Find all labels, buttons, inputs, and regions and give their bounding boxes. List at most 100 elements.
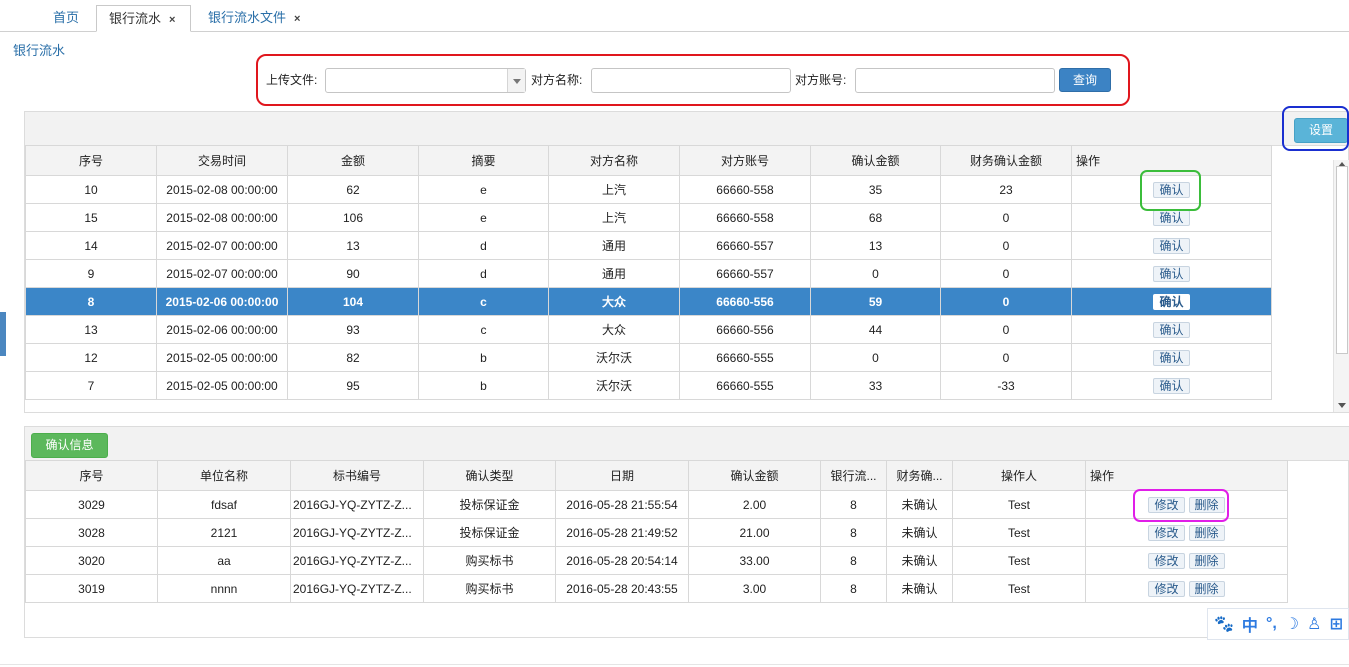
table-cell: 上汽 xyxy=(548,175,680,204)
column-header[interactable]: 财务确... xyxy=(886,460,953,491)
tab-bank-flow[interactable]: 银行流水 × xyxy=(96,5,191,32)
table-cell: 未确认 xyxy=(886,574,953,603)
query-button[interactable]: 查询 xyxy=(1059,68,1111,92)
column-header[interactable]: 标书编号 xyxy=(290,460,424,491)
table-cell: 82 xyxy=(287,343,419,372)
table-cell: 未确认 xyxy=(886,518,953,547)
moon-icon[interactable]: ☽ xyxy=(1285,614,1299,634)
delete-button[interactable]: 删除 xyxy=(1188,580,1225,597)
counterparty-account-input[interactable] xyxy=(855,68,1055,93)
column-header[interactable]: 财务确认金额 xyxy=(940,145,1072,176)
scrollbar[interactable] xyxy=(1333,160,1349,412)
table-cell: 66660-558 xyxy=(679,203,811,232)
table-row[interactable]: 12 2015-02-05 00:00:00 82 b 沃尔沃 66660-555 0 0 确认 xyxy=(25,343,1272,372)
table-row[interactable]: 15 2015-02-08 00:00:00 106 e 上汽 66660-558 68 0 确… xyxy=(25,203,1272,232)
scroll-down-icon[interactable] xyxy=(1338,403,1346,408)
confirm-row-button[interactable]: 确认 xyxy=(1153,293,1190,310)
table-row[interactable]: 3028 2121 2016GJ-YQ-ZYTZ-Z... 投标保证金 2016-05-… xyxy=(25,518,1288,547)
breadcrumb: 银行流水 xyxy=(13,43,66,58)
table-cell: 68 xyxy=(810,203,941,232)
ime-mode-label[interactable]: 中 xyxy=(1242,612,1258,636)
table-cell: 0 xyxy=(940,203,1072,232)
action-cell: 确认 xyxy=(1071,371,1272,400)
column-header[interactable]: 交易时间 xyxy=(156,145,288,176)
grid-icon[interactable]: ⊞ xyxy=(1329,614,1342,634)
column-header[interactable]: 序号 xyxy=(25,145,157,176)
edit-button[interactable]: 修改 xyxy=(1148,552,1185,569)
confirm-row-button[interactable]: 确认 xyxy=(1153,377,1190,394)
table-cell: 14 xyxy=(25,231,157,260)
delete-button[interactable]: 删除 xyxy=(1188,524,1225,541)
confirm-row-button[interactable]: 确认 xyxy=(1153,237,1190,254)
table-row[interactable]: 10 2015-02-08 00:00:00 62 e 上汽 66660-558 35 23 确… xyxy=(25,175,1272,204)
table-row[interactable]: 9 2015-02-07 00:00:00 90 d 通用 66660-557 0 0 确认 xyxy=(25,259,1272,288)
confirm-info-button[interactable]: 确认信息 xyxy=(31,433,108,458)
table-cell: b xyxy=(418,343,549,372)
column-header[interactable]: 日期 xyxy=(555,460,689,491)
user-icon[interactable]: ♙ xyxy=(1307,614,1321,634)
table-cell: c xyxy=(418,315,549,344)
tab-bank-flow-file[interactable]: 银行流水文件 × xyxy=(208,5,300,32)
table-cell: 0 xyxy=(940,231,1072,260)
column-header[interactable]: 金额 xyxy=(287,145,419,176)
table-row[interactable]: 7 2015-02-05 00:00:00 95 b 沃尔沃 66660-555 33 -33… xyxy=(25,371,1272,400)
table-row[interactable]: 13 2015-02-06 00:00:00 93 c 大众 66660-556 44 0 确认 xyxy=(25,315,1272,344)
table-cell: 0 xyxy=(940,343,1072,372)
edit-button[interactable]: 修改 xyxy=(1148,580,1185,597)
column-header[interactable]: 操作人 xyxy=(952,460,1086,491)
table-row[interactable]: 14 2015-02-07 00:00:00 13 d 通用 66660-557 13 0 确认 xyxy=(25,231,1272,260)
action-cell: 修改 删除 xyxy=(1085,518,1288,547)
column-header[interactable]: 银行流... xyxy=(820,460,887,491)
upload-file-select[interactable] xyxy=(325,68,526,93)
table-cell: d xyxy=(418,231,549,260)
table-cell: 15 xyxy=(25,203,157,232)
confirm-row-button[interactable]: 确认 xyxy=(1153,321,1190,338)
action-cell: 确认 xyxy=(1071,315,1272,344)
column-header[interactable]: 摘要 xyxy=(418,145,549,176)
table-cell: c xyxy=(418,287,549,316)
action-cell: 确认 xyxy=(1071,259,1272,288)
close-icon[interactable]: × xyxy=(294,13,300,25)
confirm-row-button[interactable]: 确认 xyxy=(1153,265,1190,282)
table-row[interactable]: 3019 nnnn 2016GJ-YQ-ZYTZ-Z... 购买标书 2016-05-2… xyxy=(25,574,1288,603)
column-header[interactable]: 单位名称 xyxy=(157,460,291,491)
table-row[interactable]: 8 2015-02-06 00:00:00 104 c 大众 66660-556 59 0 确认 xyxy=(25,287,1272,316)
paw-icon[interactable]: 🐾 xyxy=(1214,614,1234,634)
column-header[interactable]: 确认金额 xyxy=(688,460,821,491)
action-cell: 确认 xyxy=(1071,343,1272,372)
chevron-down-icon[interactable] xyxy=(507,69,525,92)
table-cell: 未确认 xyxy=(886,546,953,575)
table-cell: 62 xyxy=(287,175,419,204)
table-row[interactable]: 3029 fdsaf 2016GJ-YQ-ZYTZ-Z... 投标保证金 2016-05… xyxy=(25,490,1288,519)
action-cell: 确认 xyxy=(1071,287,1272,316)
punctuation-icon[interactable]: °, xyxy=(1266,615,1277,633)
close-icon[interactable]: × xyxy=(169,14,175,26)
scroll-thumb[interactable] xyxy=(1336,166,1348,354)
table-cell: 0 xyxy=(940,287,1072,316)
table-cell: 沃尔沃 xyxy=(548,343,680,372)
table-cell: -33 xyxy=(940,371,1072,400)
edit-button[interactable]: 修改 xyxy=(1148,524,1185,541)
tab-bar: 首页 银行流水 × 银行流水文件 × xyxy=(0,0,1349,32)
column-header[interactable]: 序号 xyxy=(25,460,158,491)
table-cell: 2015-02-07 00:00:00 xyxy=(156,231,288,260)
delete-button[interactable]: 删除 xyxy=(1188,552,1225,569)
table-cell: 12 xyxy=(25,343,157,372)
column-header[interactable]: 操作 xyxy=(1085,460,1288,491)
table-row[interactable]: 3020 aa 2016GJ-YQ-ZYTZ-Z... 购买标书 2016-05-28 … xyxy=(25,546,1288,575)
column-header[interactable]: 确认类型 xyxy=(423,460,556,491)
column-header[interactable]: 对方名称 xyxy=(548,145,680,176)
table-cell: 8 xyxy=(820,546,887,575)
tab-home[interactable]: 首页 xyxy=(53,5,79,32)
table-cell: 8 xyxy=(820,490,887,519)
confirm-row-button[interactable]: 确认 xyxy=(1153,349,1190,366)
counterparty-name-input[interactable] xyxy=(591,68,791,93)
column-header[interactable]: 确认金额 xyxy=(810,145,941,176)
table-cell: nnnn xyxy=(157,574,291,603)
column-header[interactable]: 对方账号 xyxy=(679,145,811,176)
table-cell: 2016GJ-YQ-ZYTZ-Z... xyxy=(290,490,424,519)
table-cell: 2016GJ-YQ-ZYTZ-Z... xyxy=(290,574,424,603)
side-collapse-handle[interactable] xyxy=(0,312,6,356)
confirm-row-button[interactable]: 确认 xyxy=(1153,209,1190,226)
bank-flow-table: 序号 交易时间 金额 摘要 对方名称 对方账号 确认金额 财务确认金额 操作 1… xyxy=(25,145,1272,400)
